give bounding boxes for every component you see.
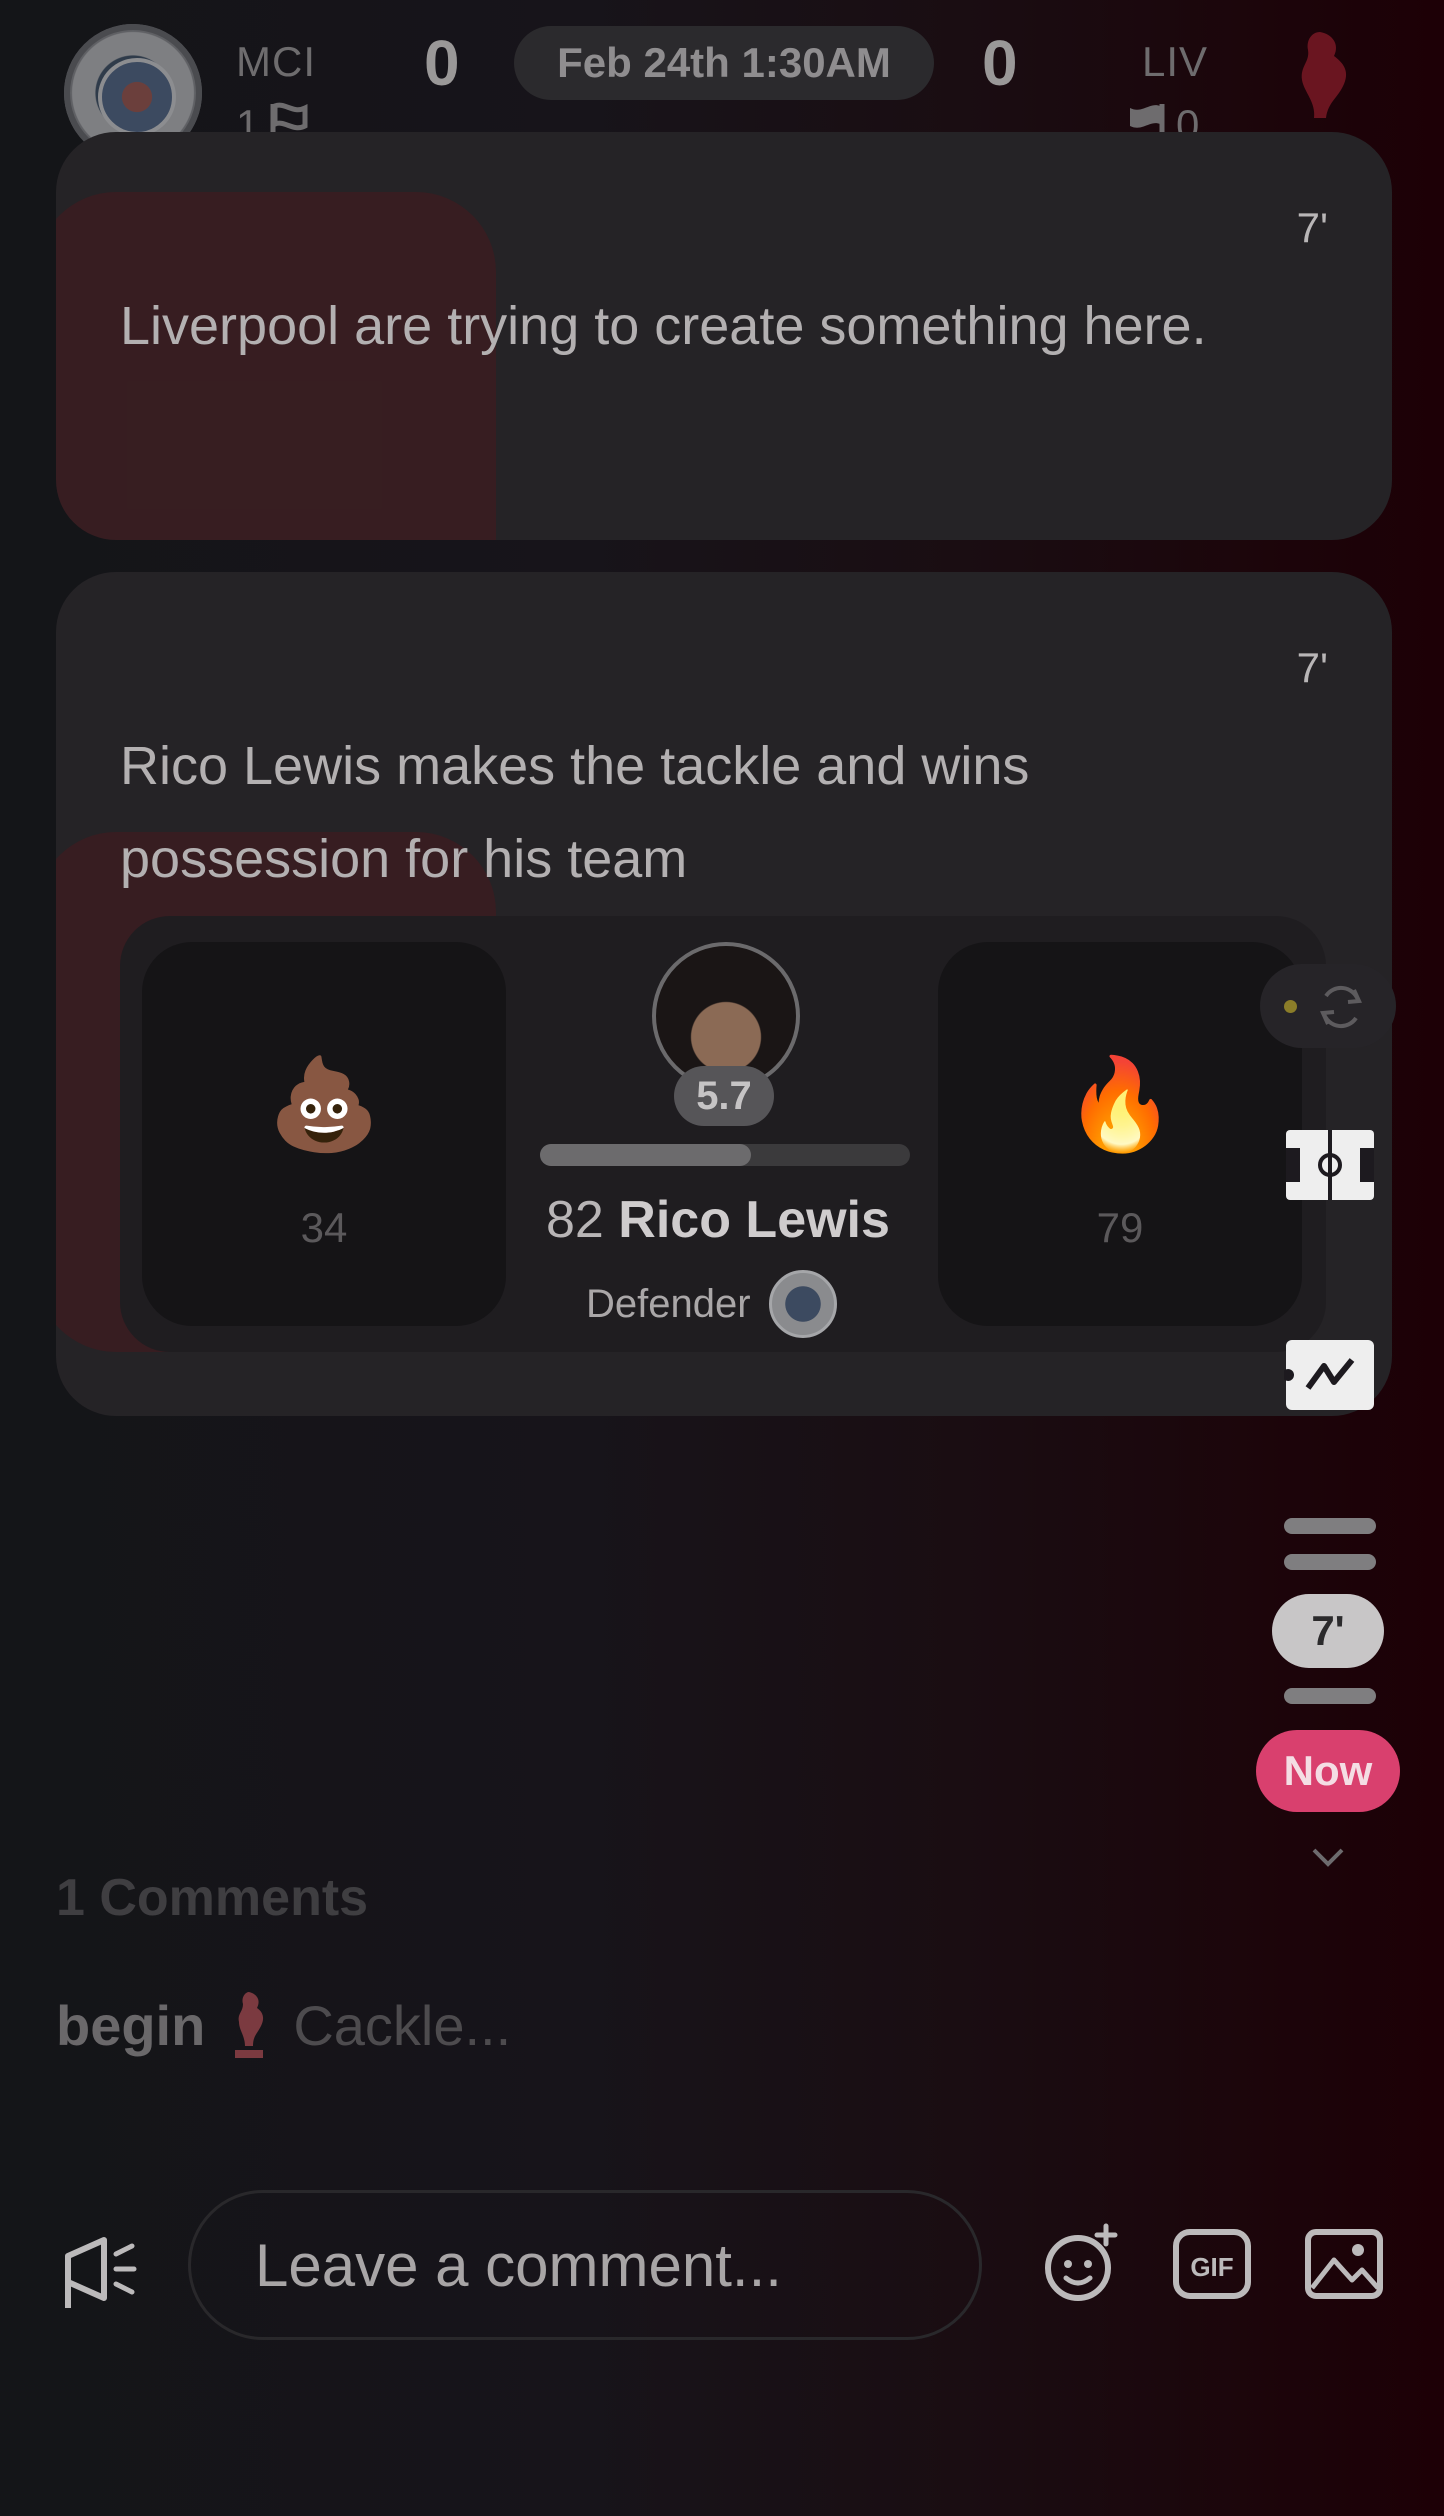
player-name: Rico Lewis: [618, 1191, 890, 1249]
trend-chart-icon[interactable]: [1284, 1338, 1376, 1412]
comment-text: Cackle...: [293, 1993, 512, 2057]
dislike-count: 34: [300, 1204, 348, 1251]
player-number: 82: [546, 1191, 604, 1249]
home-score: 0: [424, 27, 460, 99]
player-position-line: Defender: [586, 1270, 837, 1338]
comment-input[interactable]: [188, 2190, 982, 2340]
megaphone-icon[interactable]: [60, 2226, 150, 2316]
timeline-marker[interactable]: [1284, 1518, 1376, 1534]
like-button[interactable]: 🔥 79: [938, 942, 1302, 1326]
away-team-abbr: LIV: [1142, 38, 1209, 85]
player-rating: 5.7: [674, 1066, 774, 1126]
player-name-line[interactable]: 82 Rico Lewis: [546, 1190, 890, 1250]
refresh-icon: [1320, 985, 1362, 1029]
svg-text:GIF: GIF: [1190, 2252, 1233, 2282]
rating-bar-fill: [540, 1144, 751, 1166]
mci-crest-icon: [768, 1270, 837, 1338]
event-minute: 7': [1296, 204, 1328, 251]
chevron-down-icon[interactable]: [1308, 1836, 1348, 1876]
liverpool-crest-icon: [235, 1992, 264, 2058]
rating-bar: [540, 1144, 910, 1166]
player-position: Defender: [586, 1281, 751, 1326]
comments-count: 1 Comments: [56, 1869, 369, 1927]
dislike-button[interactable]: 💩 34: [142, 942, 506, 1326]
commentary-text: Rico Lewis makes the tackle and wins pos…: [120, 736, 1030, 889]
emoji-add-icon[interactable]: [1038, 2222, 1122, 2306]
commentary-text: Liverpool are trying to create something…: [120, 296, 1207, 356]
gif-icon[interactable]: GIF: [1170, 2222, 1254, 2306]
jump-to-now-button[interactable]: Now: [1256, 1730, 1400, 1812]
timeline-current-minute[interactable]: 7': [1272, 1594, 1384, 1668]
refresh-button[interactable]: [1260, 964, 1396, 1048]
pitch-icon[interactable]: [1284, 1128, 1376, 1202]
like-count: 79: [1096, 1204, 1144, 1251]
live-dot: [1284, 1000, 1297, 1013]
poop-emoji-icon: 💩: [267, 1055, 381, 1155]
timeline-marker[interactable]: [1284, 1554, 1376, 1570]
home-team-abbr: MCI: [236, 38, 316, 85]
kickoff-time: Feb 24th 1:30AM: [514, 26, 934, 100]
image-icon[interactable]: [1302, 2222, 1386, 2306]
event-minute: 7': [1296, 644, 1328, 691]
timeline-marker[interactable]: [1284, 1688, 1376, 1704]
comment-item[interactable]: begin Cackle...: [56, 1988, 511, 2062]
away-score: 0: [982, 27, 1018, 99]
commentary-card: 7' Liverpool are trying to create someth…: [56, 132, 1392, 540]
comment-username[interactable]: begin: [56, 1993, 205, 2058]
fire-emoji-icon: 🔥: [1063, 1055, 1177, 1155]
